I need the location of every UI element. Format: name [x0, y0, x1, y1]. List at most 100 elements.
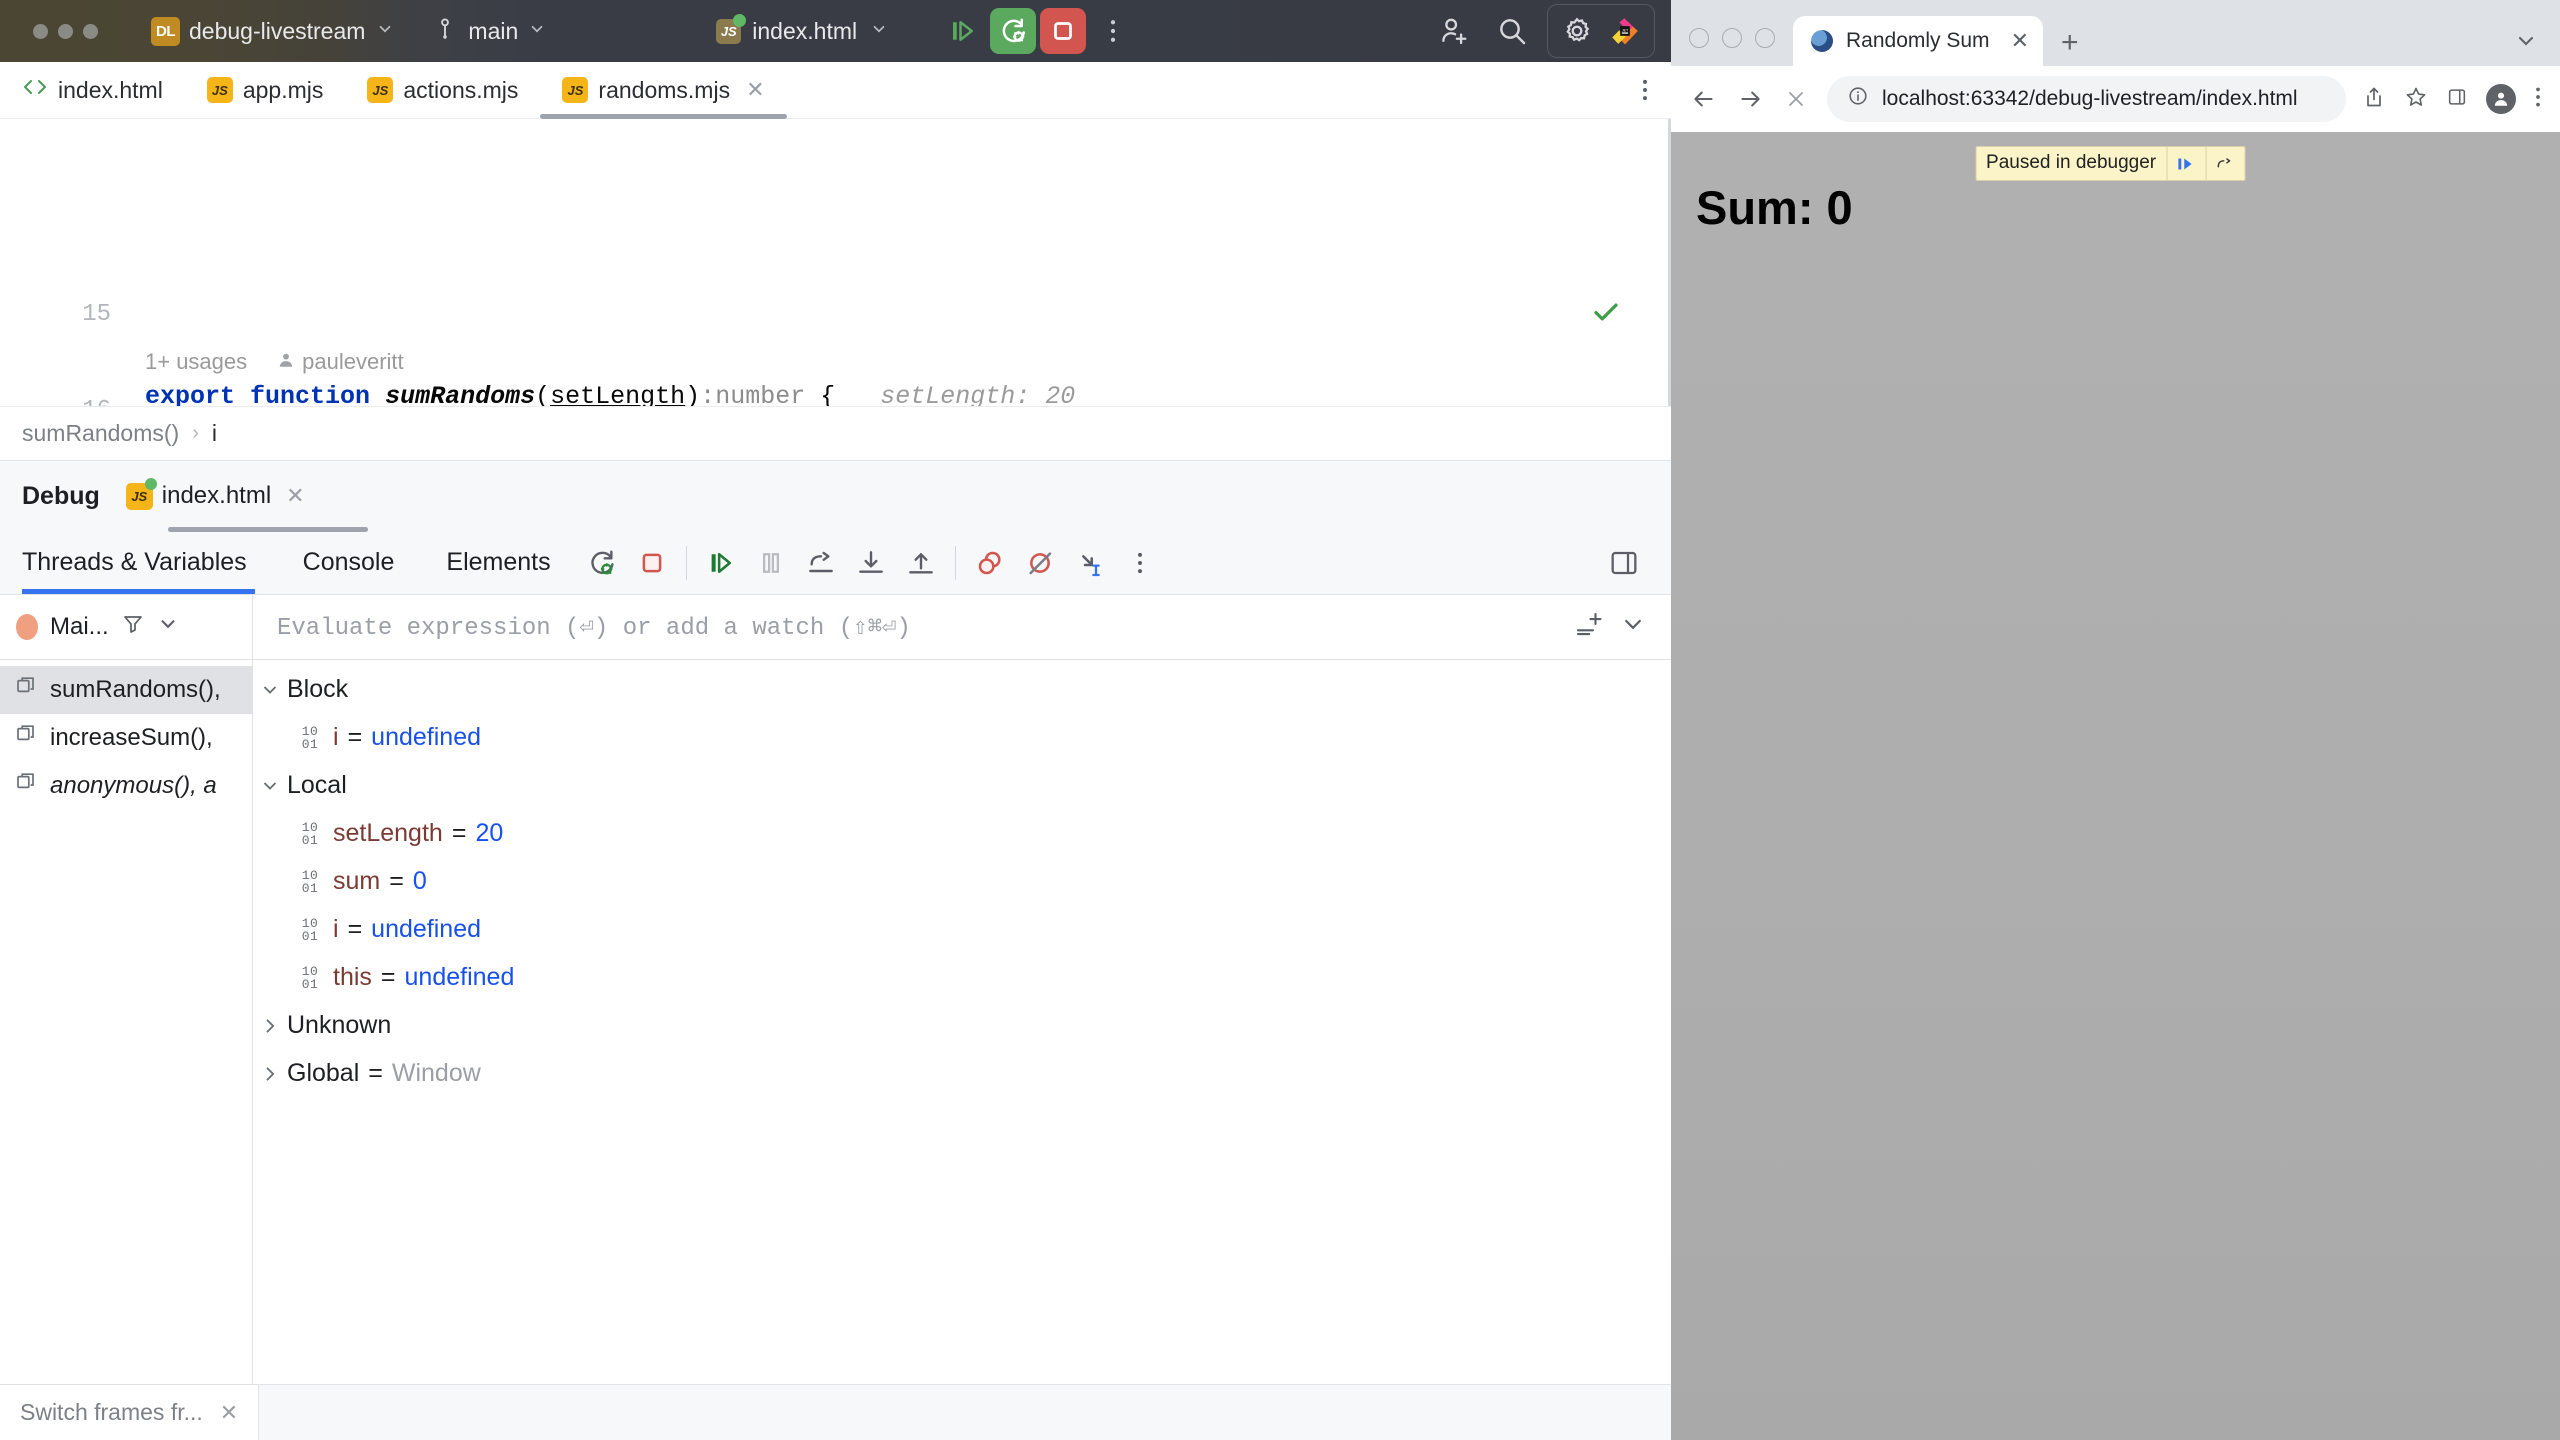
- step-over-icon[interactable]: [2205, 147, 2244, 180]
- editor-tab-label: index.html: [58, 76, 163, 103]
- step-over-icon[interactable]: [796, 538, 846, 588]
- resume-icon[interactable]: [696, 538, 746, 588]
- forward-arrow-icon[interactable]: [1735, 86, 1765, 112]
- frames-list[interactable]: sumRandoms(), increaseSum(), anonymous()…: [0, 659, 253, 1384]
- editor-tab-actions-mjs[interactable]: JS actions.mjs: [345, 62, 540, 118]
- share-icon[interactable]: [2362, 85, 2386, 114]
- new-tab-button[interactable]: +: [2061, 26, 2079, 66]
- more-vertical-icon[interactable]: [1115, 538, 1165, 588]
- close-icon[interactable]: ✕: [746, 77, 764, 103]
- web-page-viewport[interactable]: Paused in debugger Sum: 0: [1671, 132, 2560, 1440]
- more-vertical-icon[interactable]: [2534, 84, 2542, 115]
- window-close-button[interactable]: [33, 23, 48, 39]
- chevron-down-icon[interactable]: [253, 776, 287, 796]
- browser-minimize-button[interactable]: [1722, 28, 1742, 48]
- svg-text:JET: JET: [1622, 28, 1629, 32]
- profile-avatar-icon[interactable]: [2486, 84, 2516, 114]
- variables-scope-global[interactable]: Global = Window: [253, 1050, 1671, 1098]
- breadcrumb[interactable]: sumRandoms() › i: [0, 405, 1671, 460]
- debug-body: sumRandoms(), increaseSum(), anonymous()…: [0, 659, 1671, 1384]
- stop-icon[interactable]: [627, 538, 677, 588]
- step-out-icon[interactable]: [896, 538, 946, 588]
- view-breakpoints-icon[interactable]: [965, 538, 1015, 588]
- mute-breakpoints-icon[interactable]: [1015, 538, 1065, 588]
- code-line-16[interactable]: export function sumRandoms(setLength):nu…: [133, 373, 1671, 406]
- paused-label: Paused in debugger: [1986, 152, 2157, 173]
- close-icon[interactable]: ✕: [286, 483, 304, 509]
- close-icon[interactable]: ✕: [220, 1400, 238, 1426]
- rerun-debug-icon[interactable]: [577, 538, 627, 588]
- thread-selector[interactable]: Mai...: [0, 594, 253, 659]
- chevron-down-icon[interactable]: [1621, 612, 1645, 641]
- resume-program-button[interactable]: [940, 8, 986, 54]
- search-icon[interactable]: [1489, 8, 1535, 54]
- run-to-cursor-icon[interactable]: [1065, 538, 1115, 588]
- editor-tab-randoms-mjs[interactable]: JS randoms.mjs ✕: [540, 62, 787, 119]
- status-text: Switch frames fr...: [20, 1399, 203, 1425]
- filter-icon[interactable]: [121, 612, 145, 641]
- browser-window-controls[interactable]: [1689, 10, 1775, 66]
- browser-maximize-button[interactable]: [1755, 28, 1775, 48]
- status-message[interactable]: Switch frames fr... ✕: [0, 1384, 260, 1440]
- tab-elements[interactable]: Elements: [420, 532, 576, 594]
- chevron-right-icon[interactable]: [253, 1016, 287, 1036]
- chevron-down-icon[interactable]: [157, 613, 179, 640]
- code-text[interactable]: export function sumRandoms(setLength):nu…: [133, 119, 1671, 406]
- evaluate-expression-input[interactable]: Evaluate expression (⏎) or add a watch (…: [253, 595, 1573, 659]
- resume-icon[interactable]: [2166, 147, 2205, 180]
- frame-increaseSum[interactable]: increaseSum(),: [0, 714, 252, 762]
- variable-row-i-local[interactable]: 10 01 i = undefined: [253, 906, 1671, 954]
- variable-row-this[interactable]: 10 01 this = undefined: [253, 954, 1671, 1002]
- variables-scope-unknown[interactable]: Unknown: [253, 1002, 1671, 1050]
- stop-button[interactable]: [1040, 8, 1087, 54]
- window-maximize-button[interactable]: [83, 23, 98, 39]
- side-panel-icon[interactable]: [2446, 86, 2468, 113]
- variables-scope-local[interactable]: Local: [253, 762, 1671, 810]
- site-info-icon[interactable]: [1847, 85, 1869, 113]
- frame-anonymous[interactable]: anonymous(), a: [0, 762, 252, 810]
- branch-selector[interactable]: main: [438, 17, 546, 46]
- browser-close-button[interactable]: [1689, 28, 1709, 48]
- back-arrow-icon[interactable]: [1689, 86, 1719, 112]
- browser-tab[interactable]: Randomly Sum ✕: [1793, 16, 2043, 66]
- variables-scope-block[interactable]: Block: [253, 666, 1671, 714]
- step-into-icon[interactable]: [846, 538, 896, 588]
- close-icon[interactable]: ✕: [2011, 28, 2029, 54]
- variable-row-i-block[interactable]: 10 01 i = undefined: [253, 714, 1671, 762]
- inspection-status-ok-icon[interactable]: [1591, 297, 1621, 332]
- frame-sumRandoms[interactable]: sumRandoms(),: [0, 665, 252, 714]
- pause-icon[interactable]: [746, 538, 796, 588]
- variables-tree[interactable]: Block 1001 i = undefined Local 1001 se: [253, 659, 1671, 1384]
- rerun-debug-button[interactable]: [990, 8, 1037, 54]
- editor-tab-app-mjs[interactable]: JS app.mjs: [185, 62, 346, 118]
- editor-gutter[interactable]: 15 16 17 19 20 21 22: [0, 119, 133, 406]
- breadcrumb-item[interactable]: i: [212, 420, 217, 447]
- variable-row-sum[interactable]: 10 01 sum = 0: [253, 858, 1671, 906]
- add-user-icon[interactable]: [1431, 8, 1477, 54]
- code-editor[interactable]: 15 16 17 19 20 21 22 1+ usages: [0, 119, 1671, 406]
- layout-settings-icon[interactable]: [1599, 538, 1649, 588]
- jetbrains-ai-icon[interactable]: JET: [1602, 8, 1648, 54]
- address-bar[interactable]: localhost:63342/debug-livestream/index.h…: [1827, 76, 2346, 122]
- project-selector[interactable]: DL debug-livestream: [151, 11, 400, 51]
- scope-label: Global: [287, 1059, 360, 1087]
- stop-loading-icon[interactable]: [1781, 87, 1811, 111]
- chevron-down-icon[interactable]: [253, 680, 287, 700]
- editor-tab-index-html[interactable]: index.html: [0, 62, 185, 118]
- tab-list-chevron-down-icon[interactable]: [2514, 29, 2538, 66]
- gear-icon[interactable]: [1554, 8, 1600, 54]
- debug-session-tab[interactable]: JS index.html ✕: [125, 477, 305, 510]
- run-configuration-selector[interactable]: JS index.html: [716, 13, 888, 45]
- add-watch-icon[interactable]: [1573, 609, 1603, 644]
- tab-console[interactable]: Console: [277, 532, 421, 594]
- tab-threads-variables[interactable]: Threads & Variables: [22, 532, 277, 594]
- window-minimize-button[interactable]: [58, 23, 73, 39]
- editor-tab-label: actions.mjs: [403, 76, 519, 103]
- more-vertical-icon[interactable]: [1090, 8, 1136, 54]
- star-icon[interactable]: [2404, 85, 2428, 114]
- window-controls[interactable]: [33, 23, 98, 39]
- variable-row-setLength[interactable]: 10 01 setLength = 20: [253, 810, 1671, 858]
- breadcrumb-item[interactable]: sumRandoms(): [22, 420, 179, 447]
- editor-tabs-more-button[interactable]: [1619, 62, 1671, 118]
- chevron-right-icon[interactable]: [253, 1064, 287, 1084]
